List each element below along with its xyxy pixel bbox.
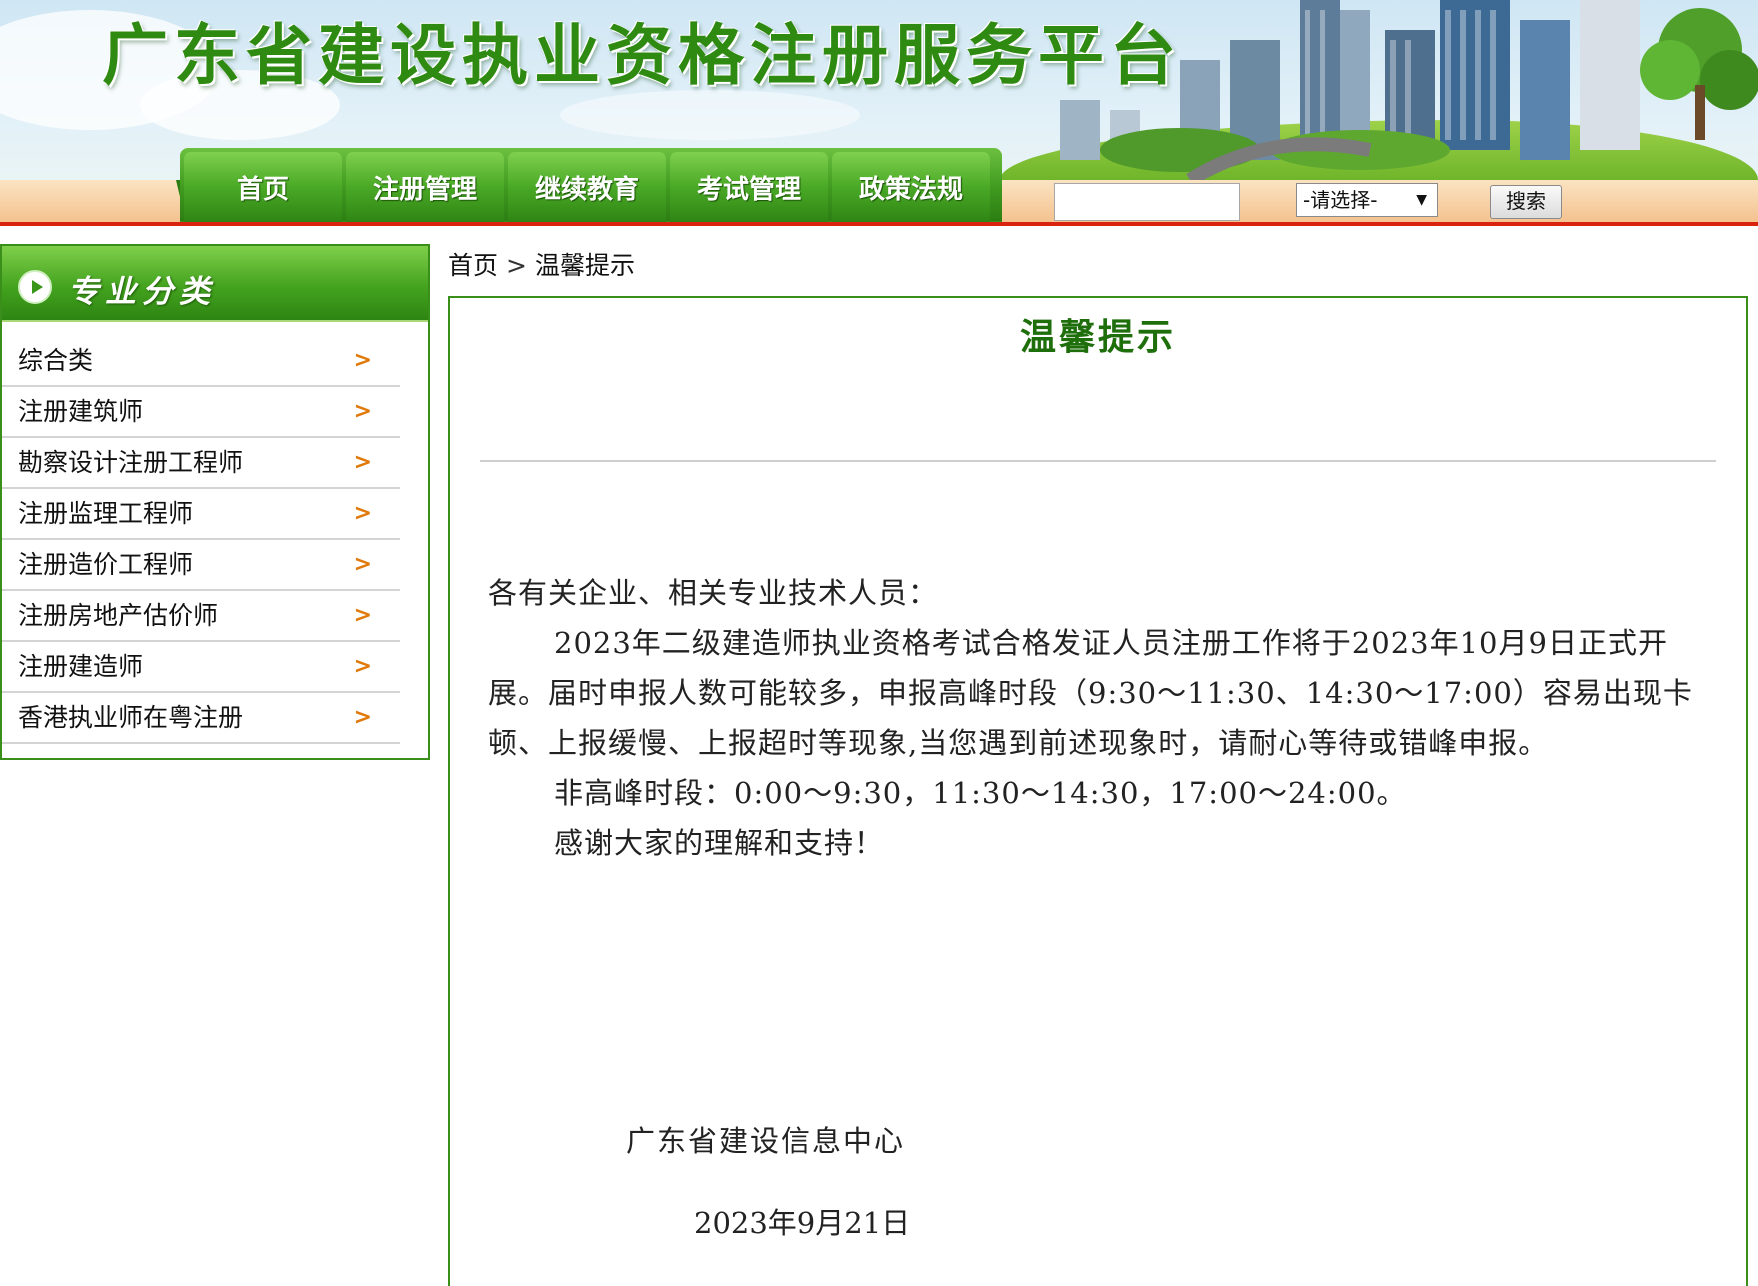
sidebar-item-label: 香港执业师在粤注册 (18, 703, 244, 732)
sidebar-header: 专业分类 (2, 246, 428, 322)
category-list: 综合类 > 注册建筑师 > 勘察设计注册工程师 > 注册监理工程师 > 注册造价工程师 >… (2, 336, 400, 744)
sidebar-item-survey-design-engineer[interactable]: 勘察设计注册工程师 > (2, 438, 400, 489)
sidebar-item-label: 注册建造师 (18, 652, 144, 681)
chevron-right-icon: > (353, 501, 372, 526)
nav-exam-management[interactable]: 考试管理 (670, 152, 828, 222)
article-panel: 温馨提示 各有关企业、相关专业技术人员： 2023年二级建造师执业资格考试合格发… (448, 296, 1748, 1286)
nav-continuing-education[interactable]: 继续教育 (508, 152, 666, 222)
sidebar-item-architect[interactable]: 注册建筑师 > (2, 387, 400, 438)
article-paragraph: 感谢大家的理解和支持！ (554, 826, 885, 860)
chevron-right-icon: > (353, 552, 372, 577)
header-red-line (0, 222, 1758, 226)
article-paragraph: 非高峰时段：0:00～9:30，11:30～14:30，17:00～24:00。 (554, 776, 1407, 810)
chevron-right-icon: > (353, 348, 372, 373)
play-circle-icon (18, 270, 52, 304)
chevron-right-icon: > (353, 654, 372, 679)
article-paragraph: 2023年二级建造师执业资格考试合格发证人员注册工作将于2023年10月9日正式… (488, 626, 1693, 760)
chevron-right-icon: > (353, 399, 372, 424)
search-category-select[interactable]: -请选择- ▼ (1296, 183, 1438, 217)
sidebar-item-label: 综合类 (18, 346, 94, 375)
breadcrumb-separator: > (506, 251, 527, 280)
sidebar-item-label: 注册监理工程师 (18, 499, 194, 528)
city-skyline-illustration (1060, 0, 1758, 180)
main-nav: 首页 注册管理 继续教育 考试管理 政策法规 (180, 148, 1002, 222)
sidebar-item-label: 注册房地产估价师 (18, 601, 219, 630)
search-input[interactable] (1054, 183, 1240, 221)
article-body: 各有关企业、相关专业技术人员： 2023年二级建造师执业资格考试合格发证人员注册… (488, 568, 1710, 868)
site-header: 广东省建设执业资格注册服务平台 首页 注册管理 继续教育 考试管理 政策法规 -… (0, 0, 1758, 226)
nav-policies[interactable]: 政策法规 (832, 152, 990, 222)
breadcrumb: 首页 > 温馨提示 (448, 246, 635, 282)
sidebar-item-constructor[interactable]: 注册建造师 > (2, 642, 400, 693)
article-title: 温馨提示 (1019, 316, 1176, 358)
chevron-right-icon: > (353, 603, 372, 628)
article-greeting: 各有关企业、相关专业技术人员： (488, 576, 939, 610)
sidebar-item-general[interactable]: 综合类 > (2, 336, 400, 387)
chevron-right-icon: > (353, 705, 372, 730)
search-button[interactable]: 搜索 (1490, 185, 1562, 219)
sidebar-item-hong-kong-practitioner[interactable]: 香港执业师在粤注册 > (2, 693, 400, 744)
sidebar-item-cost-engineer[interactable]: 注册造价工程师 > (2, 540, 400, 591)
signature-organization: 广东省建设信息中心 (626, 1124, 906, 1158)
category-sidebar: 专业分类 综合类 > 注册建筑师 > 勘察设计注册工程师 > 注册监理工程师 > 注册造… (0, 244, 430, 760)
chevron-right-icon: > (353, 450, 372, 475)
sidebar-item-label: 注册建筑师 (18, 397, 144, 426)
sidebar-title: 专业分类 (68, 274, 216, 310)
nav-home[interactable]: 首页 (184, 152, 342, 222)
nav-registration[interactable]: 注册管理 (346, 152, 504, 222)
sidebar-item-real-estate-appraiser[interactable]: 注册房地产估价师 > (2, 591, 400, 642)
title-divider (480, 460, 1716, 462)
sidebar-item-label: 注册造价工程师 (18, 550, 194, 579)
select-value: -请选择- (1303, 188, 1378, 212)
sidebar-item-supervision-engineer[interactable]: 注册监理工程师 > (2, 489, 400, 540)
site-title: 广东省建设执业资格注册服务平台 (102, 16, 1182, 94)
sidebar-item-label: 勘察设计注册工程师 (18, 448, 244, 477)
breadcrumb-current: 温馨提示 (534, 251, 635, 280)
breadcrumb-home[interactable]: 首页 (448, 251, 498, 280)
signature-date: 2023年9月21日 (694, 1206, 911, 1240)
triangle-down-icon: ▼ (1416, 192, 1427, 208)
